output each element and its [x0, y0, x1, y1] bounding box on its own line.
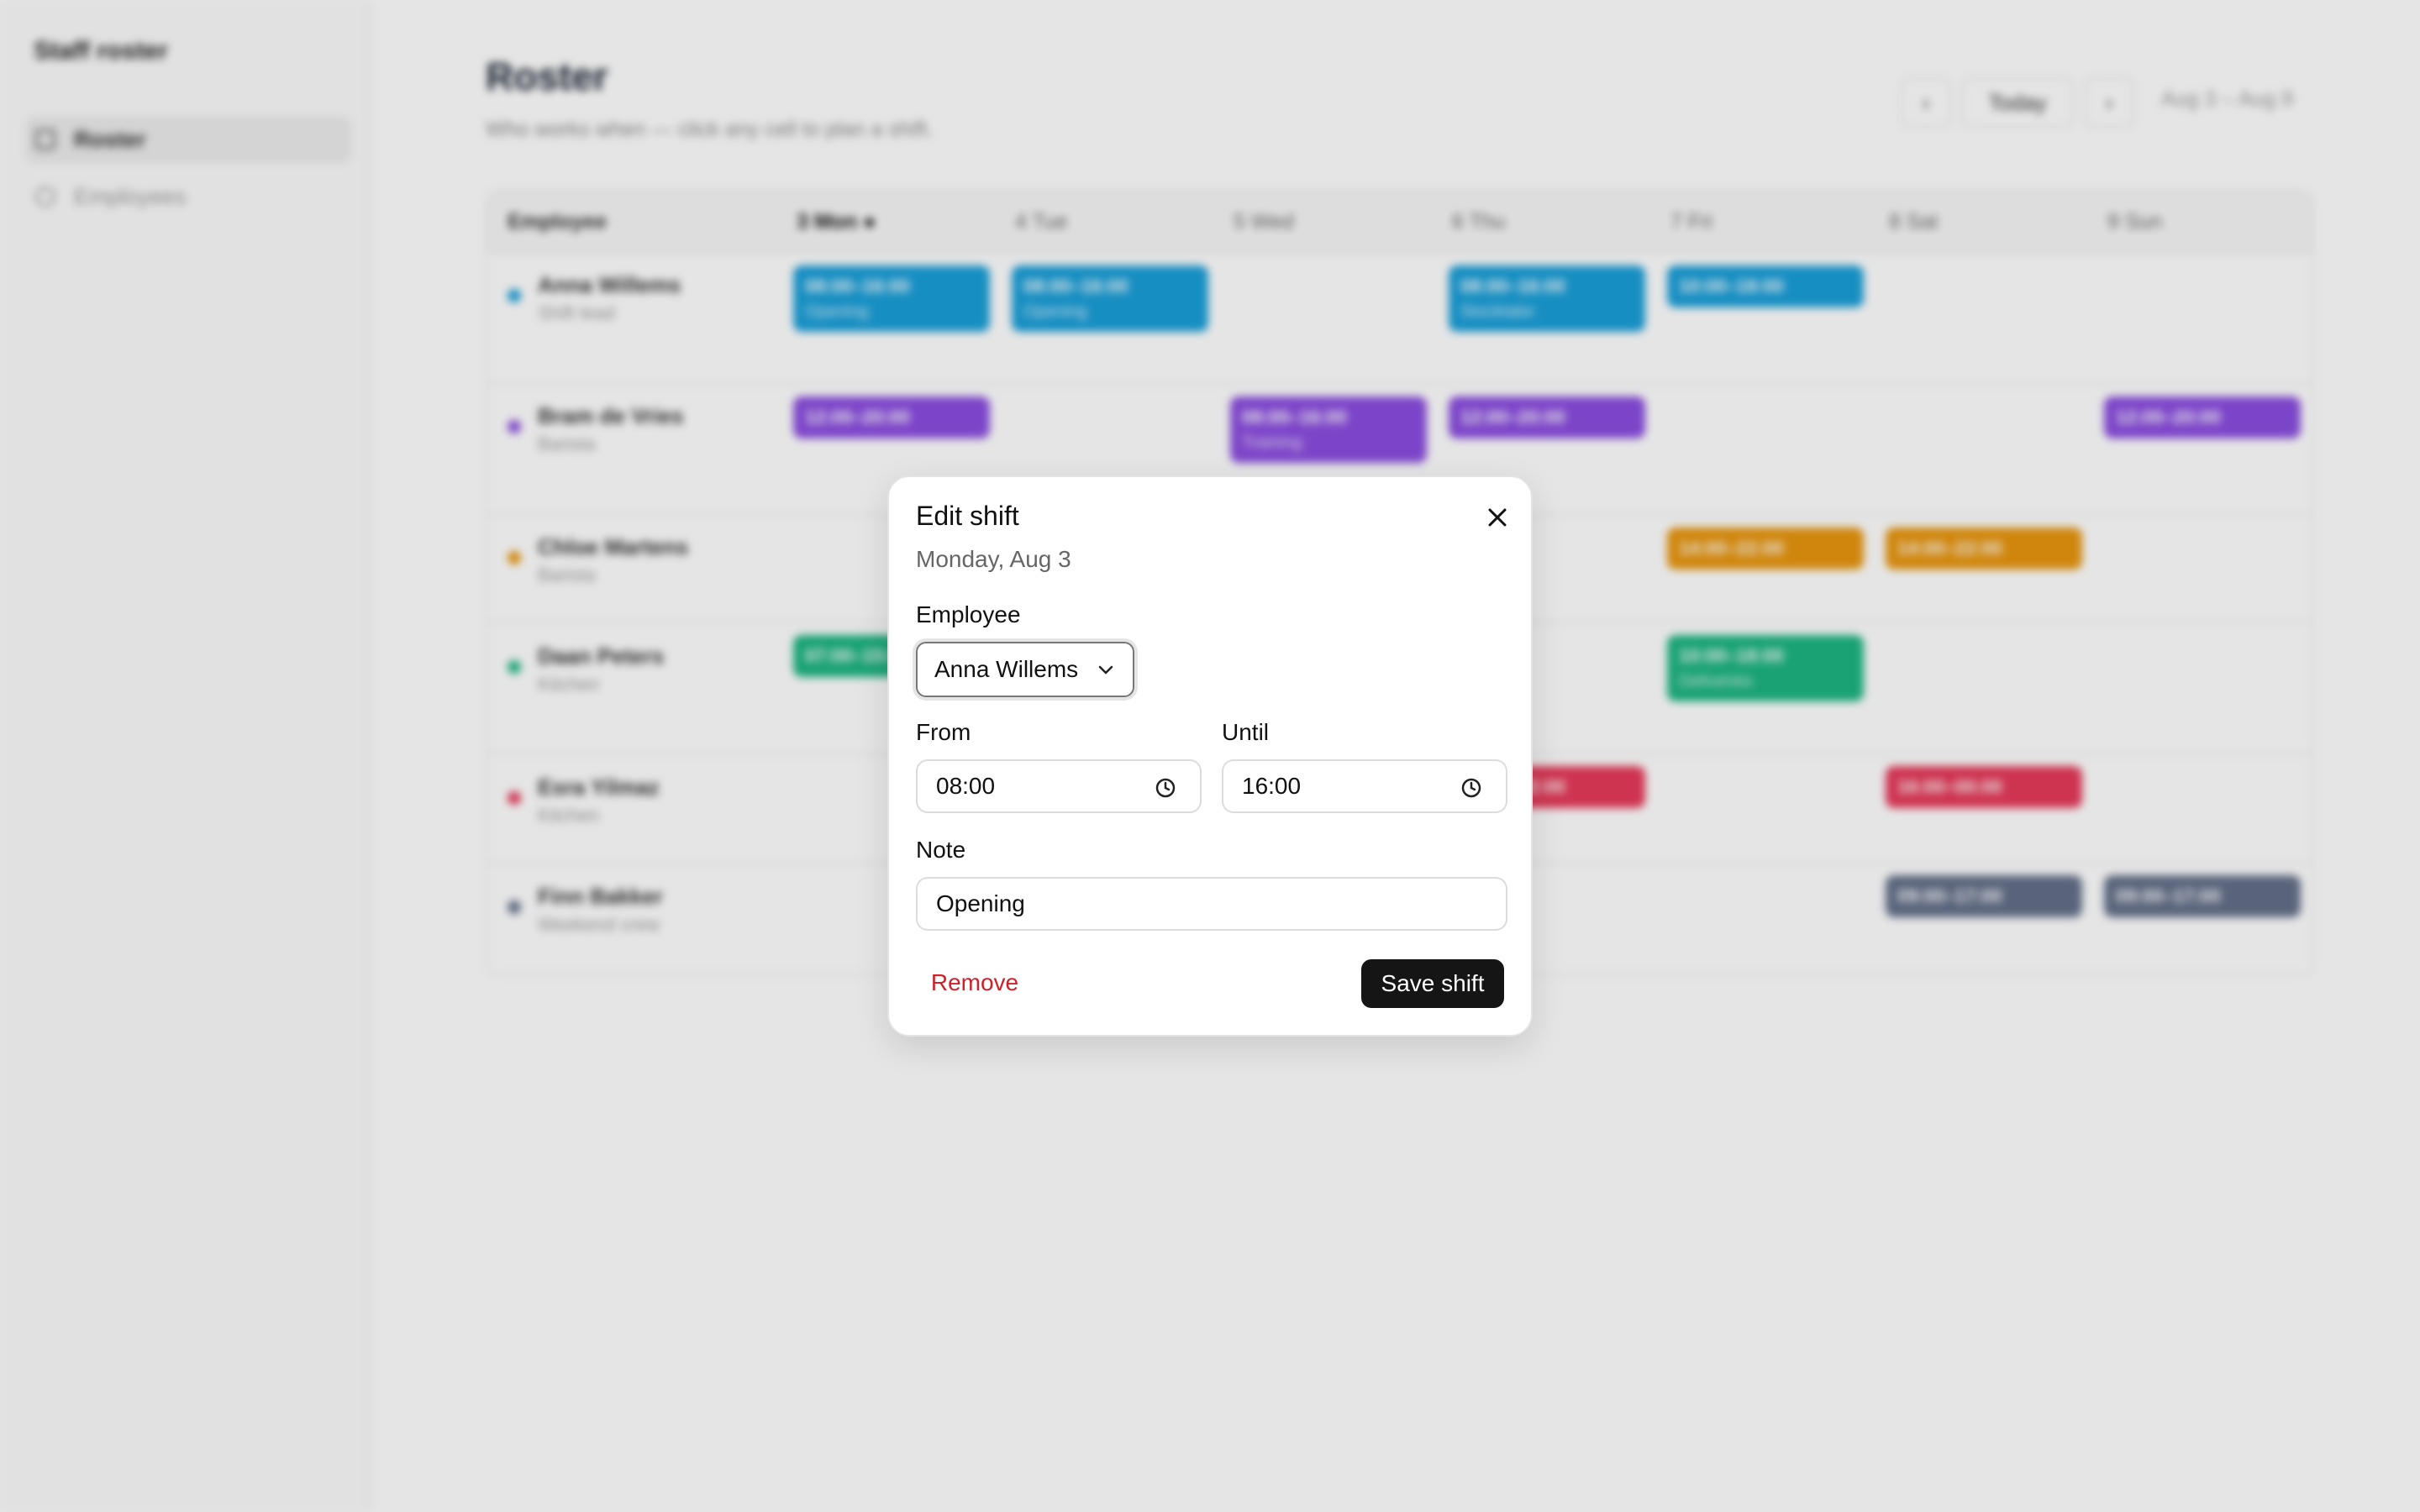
from-time-value: 08:00	[936, 773, 996, 799]
from-label: From	[916, 719, 971, 745]
close-button[interactable]	[1481, 501, 1514, 534]
employee-select[interactable]: Anna Willems	[916, 642, 1134, 697]
edit-shift-dialog: Edit shift Monday, Aug 3 Employee Anna W…	[887, 475, 1533, 1037]
save-shift-button[interactable]: Save shift	[1361, 959, 1504, 1008]
note-input[interactable]: Opening	[916, 877, 1507, 931]
until-label: Until	[1222, 719, 1270, 745]
close-icon	[1488, 508, 1507, 527]
dialog-date: Monday, Aug 3	[916, 546, 1071, 572]
note-value: Opening	[936, 890, 1025, 916]
chevron-down-icon	[1098, 665, 1113, 675]
clock-icon	[1155, 778, 1176, 798]
remove-button[interactable]: Remove	[916, 959, 1034, 1006]
until-time-input[interactable]: 16:00	[1222, 759, 1507, 813]
until-time-value: 16:00	[1242, 773, 1302, 799]
employee-select-value: Anna Willems	[934, 656, 1079, 682]
employee-label: Employee	[916, 601, 1021, 627]
clock-icon	[1461, 778, 1481, 798]
from-time-input[interactable]: 08:00	[916, 759, 1202, 813]
dialog-title: Edit shift	[916, 501, 1019, 531]
note-label: Note	[916, 837, 966, 863]
